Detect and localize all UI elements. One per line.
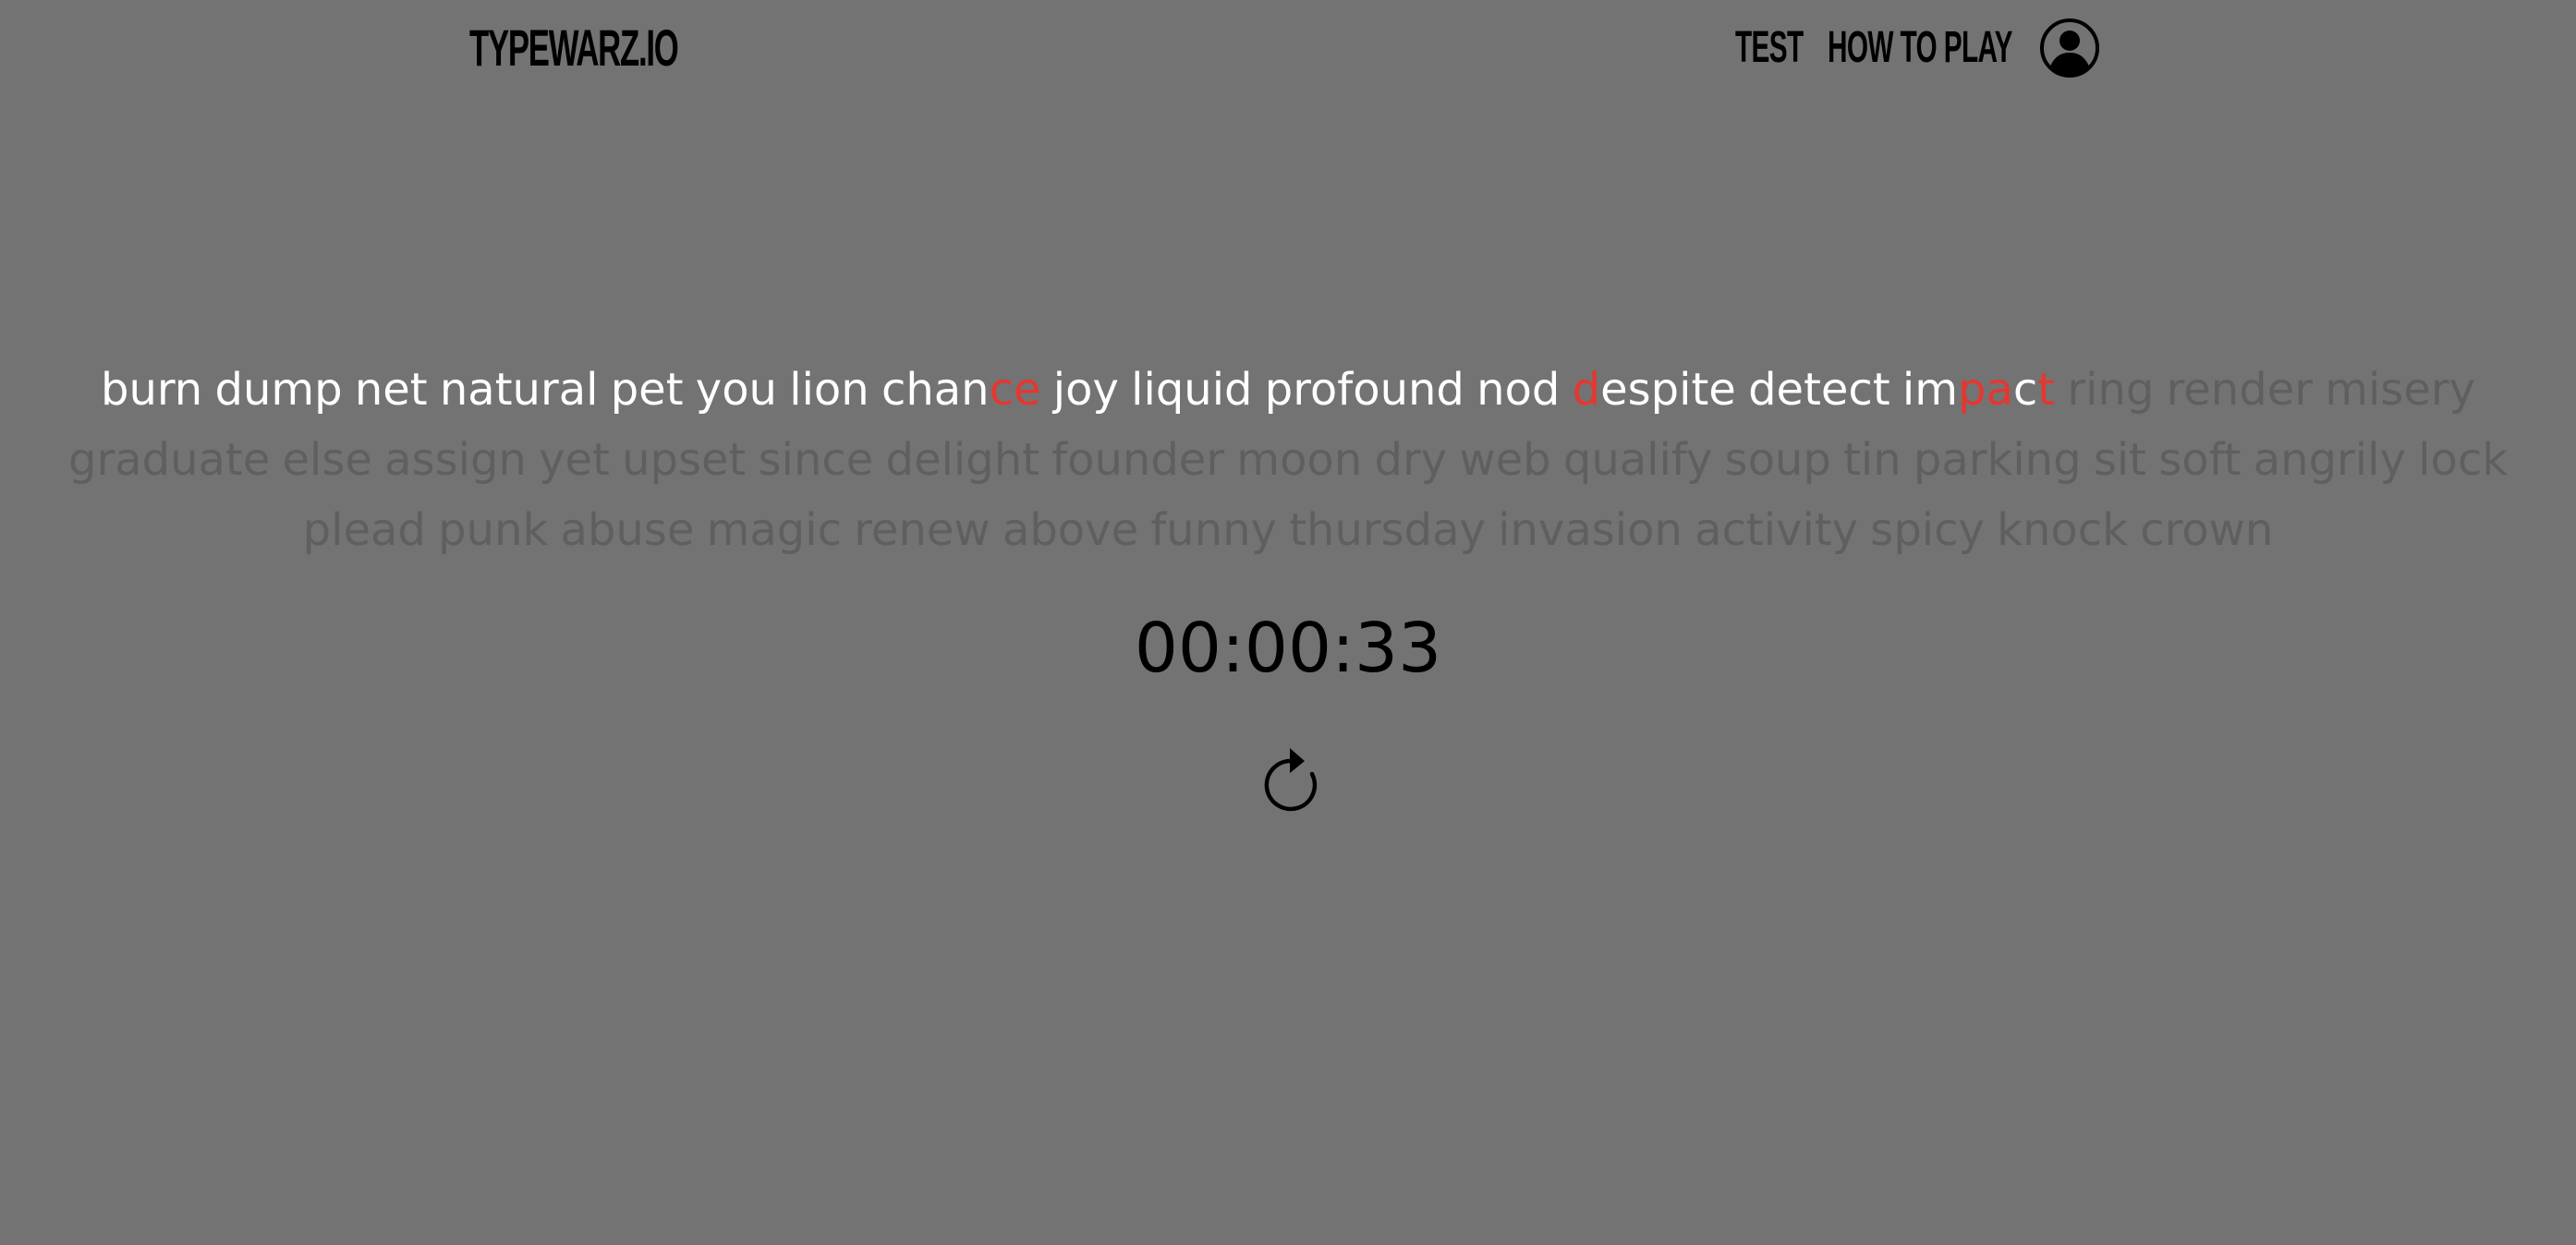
passage-segment-error: d: [1572, 364, 1601, 416]
passage-segment-typed: espite detect im: [1600, 364, 1958, 416]
passage-segment-error: pa: [1958, 364, 2013, 416]
restart-icon[interactable]: [1258, 746, 1321, 813]
passage-segment-error: ce: [989, 364, 1041, 416]
nav-how-to-play-link[interactable]: HOW TO PLAY: [1828, 20, 2012, 76]
elapsed-timer: 00:00:33: [1134, 609, 1442, 688]
passage-segment-typed: c: [2012, 364, 2038, 416]
site-logo[interactable]: TYPEWARZ.IO: [469, 20, 679, 76]
passage-segment-error: t: [2037, 364, 2056, 416]
user-circle-icon[interactable]: [2038, 17, 2101, 79]
nav-test-link[interactable]: TEST: [1735, 20, 1804, 76]
passage-segment-typed: burn dump net natural pet you lion chan: [101, 364, 990, 416]
passage-segment-typed: joy liquid profound nod: [1040, 364, 1573, 416]
typing-passage: burn dump net natural pet you lion chanc…: [18, 355, 2558, 565]
